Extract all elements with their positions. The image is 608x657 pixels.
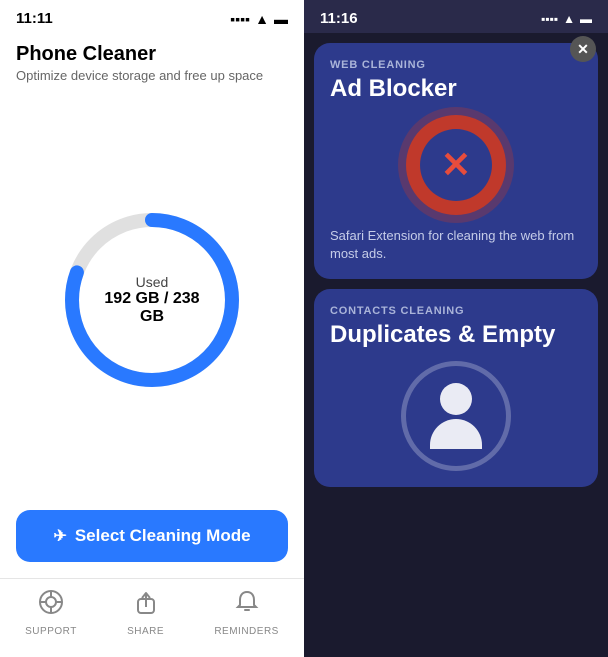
- battery-icon: ▬: [274, 11, 288, 27]
- donut-chart: Used 192 GB / 238 GB: [52, 200, 252, 400]
- close-button[interactable]: ✕: [570, 36, 596, 62]
- card-duplicates: CONTACTS CLEANING Duplicates & Empty: [314, 289, 598, 487]
- card1-icon-area: ✕: [330, 115, 582, 215]
- card1-title: Ad Blocker: [330, 75, 582, 103]
- reminders-icon: [234, 589, 260, 622]
- status-icons-left: ▪▪▪▪ ▲ ▬: [230, 11, 288, 27]
- contact-icon-wrapper: [330, 361, 582, 471]
- nav-label-share: SHARE: [127, 626, 164, 637]
- card1-category: WEB CLEANING: [330, 59, 582, 71]
- card1-description: Safari Extension for cleaning the web fr…: [330, 227, 582, 263]
- app-subtitle: Optimize device storage and free up spac…: [16, 68, 288, 83]
- wifi-icon-right: ▲: [563, 12, 575, 26]
- ad-blocker-x-icon: ✕: [441, 147, 471, 183]
- time-left: 11:11: [16, 10, 53, 27]
- card2-category: CONTACTS CLEANING: [330, 305, 582, 317]
- nav-item-support[interactable]: SUPPORT: [25, 589, 77, 637]
- bottom-nav: SUPPORT SHARE REMINDERS: [0, 578, 304, 657]
- status-icons-right: ▪▪▪▪ ▲ ▬: [541, 12, 592, 26]
- wifi-icon: ▲: [255, 11, 269, 27]
- battery-icon-right: ▬: [580, 12, 592, 26]
- app-header: Phone Cleaner Optimize device storage an…: [0, 33, 304, 89]
- right-panel: 11:16 ▪▪▪▪ ▲ ▬ ✕ WEB CLEANING Ad Blocker…: [304, 0, 608, 657]
- status-bar-right: 11:16 ▪▪▪▪ ▲ ▬: [304, 0, 608, 33]
- contact-icon-circle: [401, 361, 511, 471]
- nav-label-reminders: REMINDERS: [214, 626, 279, 637]
- donut-label-value: 192 GB / 238 GB: [102, 290, 202, 326]
- ad-blocker-inner-circle: ✕: [420, 129, 492, 201]
- support-icon: [38, 589, 64, 622]
- donut-center: Used 192 GB / 238 GB: [102, 274, 202, 326]
- app-title: Phone Cleaner: [16, 43, 288, 66]
- contact-person-icon: [430, 383, 482, 449]
- select-cleaning-mode-button[interactable]: ✈ Select Cleaning Mode: [16, 510, 288, 562]
- ad-blocker-icon: ✕: [406, 115, 506, 215]
- select-btn-label: Select Cleaning Mode: [75, 526, 251, 546]
- ad-blocker-outer-circle: ✕: [406, 115, 506, 215]
- time-right: 11:16: [320, 10, 358, 27]
- signal-icon-right: ▪▪▪▪: [541, 12, 558, 26]
- card-ad-blocker: WEB CLEANING Ad Blocker ✕ Safari Extensi…: [314, 43, 598, 279]
- storage-chart-container: Used 192 GB / 238 GB: [0, 89, 304, 510]
- contact-body: [430, 419, 482, 449]
- nav-label-support: SUPPORT: [25, 626, 77, 637]
- status-bar-left: 11:11 ▪▪▪▪ ▲ ▬: [0, 0, 304, 33]
- nav-item-share[interactable]: SHARE: [127, 589, 164, 637]
- card2-title: Duplicates & Empty: [330, 321, 582, 349]
- select-btn-icon: ✈: [53, 526, 66, 546]
- left-panel: 11:11 ▪▪▪▪ ▲ ▬ Phone Cleaner Optimize de…: [0, 0, 304, 657]
- signal-icon: ▪▪▪▪: [230, 11, 250, 27]
- share-icon: [133, 589, 159, 622]
- donut-label-used: Used: [102, 274, 202, 290]
- nav-item-reminders[interactable]: REMINDERS: [214, 589, 279, 637]
- contact-head: [440, 383, 472, 415]
